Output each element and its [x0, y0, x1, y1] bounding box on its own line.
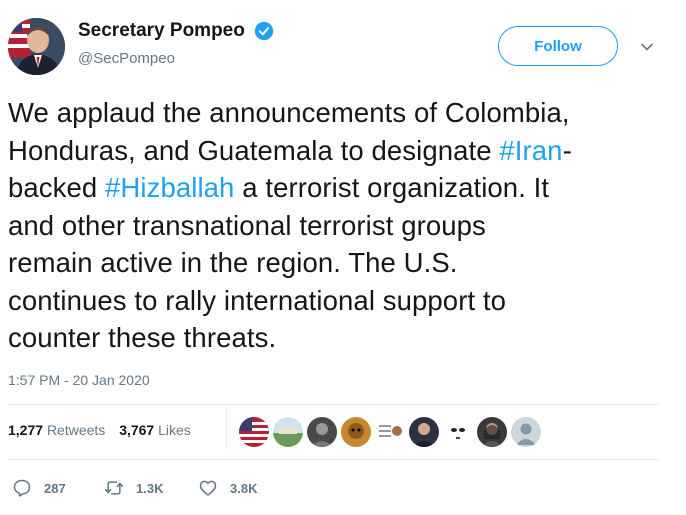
tweet-text-line: continues to rally international support… [8, 282, 668, 320]
display-name[interactable]: Secretary Pompeo [78, 20, 245, 42]
tweet-text-segment: and other transnational terrorist groups [8, 209, 486, 241]
tweet-text-segment: - [562, 134, 572, 166]
tweet-text-line: We applaud the announcements of Colombia… [8, 94, 668, 132]
tweet-text-segment: Honduras, and Guatemala to designate [8, 134, 500, 166]
liker-avatar[interactable] [510, 416, 542, 448]
liker-avatar[interactable] [238, 416, 270, 448]
likes-label: Likes [158, 422, 191, 438]
stats-separator [226, 410, 227, 450]
hashtag-link[interactable]: #Iran [499, 135, 562, 166]
verified-badge-icon [254, 21, 274, 41]
tweet-text-line: Honduras, and Guatemala to designate #Ir… [8, 132, 668, 170]
reply-count: 287 [44, 480, 66, 496]
chevron-down-icon[interactable] [638, 38, 656, 56]
liker-avatar[interactable] [340, 416, 372, 448]
tweet-text-line: remain active in the region. The U.S. [8, 244, 668, 282]
liker-avatar[interactable] [408, 416, 440, 448]
liker-avatar[interactable] [374, 416, 406, 448]
tweet-header: Secretary Pompeo @SecPompeo Follow [8, 14, 678, 78]
like-count: 3.8K [230, 480, 258, 496]
liker-avatar[interactable] [306, 416, 338, 448]
like-button[interactable]: 3.8K [198, 476, 257, 500]
tweet-stats: 1,277 Retweets 3,767 Likes [8, 422, 201, 438]
retweets-label: Retweets [46, 422, 106, 438]
divider [8, 404, 660, 405]
hashtag-link[interactable]: #Hizballah [105, 172, 234, 203]
user-names: Secretary Pompeo @SecPompeo [78, 20, 274, 67]
tweet-text-line: counter these threats. [8, 319, 668, 357]
likes-count: 3,767 [119, 422, 155, 438]
profile-avatar[interactable] [8, 18, 65, 75]
tweet-text: We applaud the announcements of Colombia… [8, 94, 668, 357]
retweet-button[interactable]: 1.3K [104, 476, 163, 500]
reply-button[interactable]: 287 [12, 476, 66, 500]
retweet-icon [104, 481, 124, 495]
tweet-text-segment: counter these threats. [8, 322, 277, 353]
tweet-text-segment: backed [8, 172, 106, 203]
retweets-count: 1,277 [8, 422, 44, 438]
tweet-text-line: backed #Hizballah a terrorist organizati… [8, 169, 668, 207]
retweets-stat[interactable]: 1,277 Retweets [8, 422, 105, 438]
likes-stat[interactable]: 3,767 Likes [119, 422, 191, 438]
heart-icon [199, 480, 217, 496]
tweet-text-segment: We applaud the announcements of Colombia… [8, 97, 570, 128]
tweet-text-line: and other transnational terrorist groups [8, 207, 668, 245]
follow-button[interactable]: Follow [498, 26, 618, 66]
liker-avatar[interactable] [272, 416, 304, 448]
tweet-text-segment: continues to rally international support… [8, 284, 507, 316]
tweet-timestamp[interactable]: 1:57 PM - 20 Jan 2020 [8, 372, 150, 388]
divider [8, 459, 660, 460]
liker-avatar[interactable] [442, 416, 474, 448]
tweet-text-segment: a terrorist organization. It [234, 172, 550, 203]
liker-avatar[interactable] [476, 416, 508, 448]
tweet-text-segment: remain active in the region. The U.S. [8, 247, 458, 278]
user-handle[interactable]: @SecPompeo [78, 50, 274, 67]
retweet-count: 1.3K [136, 480, 164, 496]
reply-icon [13, 479, 31, 497]
